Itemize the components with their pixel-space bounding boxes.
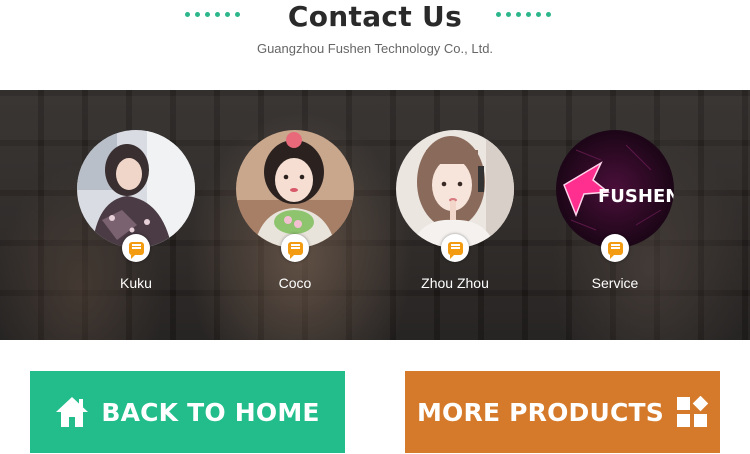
chat-icon[interactable] <box>281 234 309 262</box>
contact-name: Service <box>591 275 639 291</box>
avatar[interactable] <box>77 130 195 248</box>
chat-icon[interactable] <box>122 234 150 262</box>
chat-icon[interactable] <box>601 234 629 262</box>
decorative-dots-right <box>496 12 551 17</box>
home-icon <box>55 396 89 428</box>
contact-card-coco[interactable]: Coco <box>235 130 355 291</box>
chat-icon[interactable] <box>441 234 469 262</box>
contact-card-service[interactable]: FUSHEN Service <box>555 130 675 291</box>
avatar[interactable]: FUSHEN <box>556 130 674 248</box>
contact-name: Kuku <box>120 275 152 291</box>
company-name: Guangzhou Fushen Technology Co., Ltd. <box>256 41 494 56</box>
page-header: Contact Us Guangzhou Fushen Technology C… <box>0 0 750 90</box>
more-products-label: MORE PRODUCTS <box>416 397 665 427</box>
contact-card-kuku[interactable]: Kuku <box>76 130 196 291</box>
page-title: Contact Us <box>287 0 463 33</box>
back-to-home-label: BACK TO HOME <box>101 397 320 427</box>
grid-blocks-icon <box>676 396 709 428</box>
contacts-banner: Kuku Coco Zhou Zhou FUSHEN Service <box>0 90 750 340</box>
avatar[interactable] <box>396 130 514 248</box>
contact-name: Coco <box>278 275 312 291</box>
back-to-home-button[interactable]: BACK TO HOME <box>30 371 345 453</box>
contact-card-zhou-zhou[interactable]: Zhou Zhou <box>395 130 515 291</box>
avatar[interactable] <box>236 130 354 248</box>
more-products-button[interactable]: MORE PRODUCTS <box>405 371 720 453</box>
contact-name: Zhou Zhou <box>421 275 489 291</box>
title-row: Contact Us <box>0 0 750 36</box>
fushen-logo-text: FUSHEN <box>598 186 674 207</box>
